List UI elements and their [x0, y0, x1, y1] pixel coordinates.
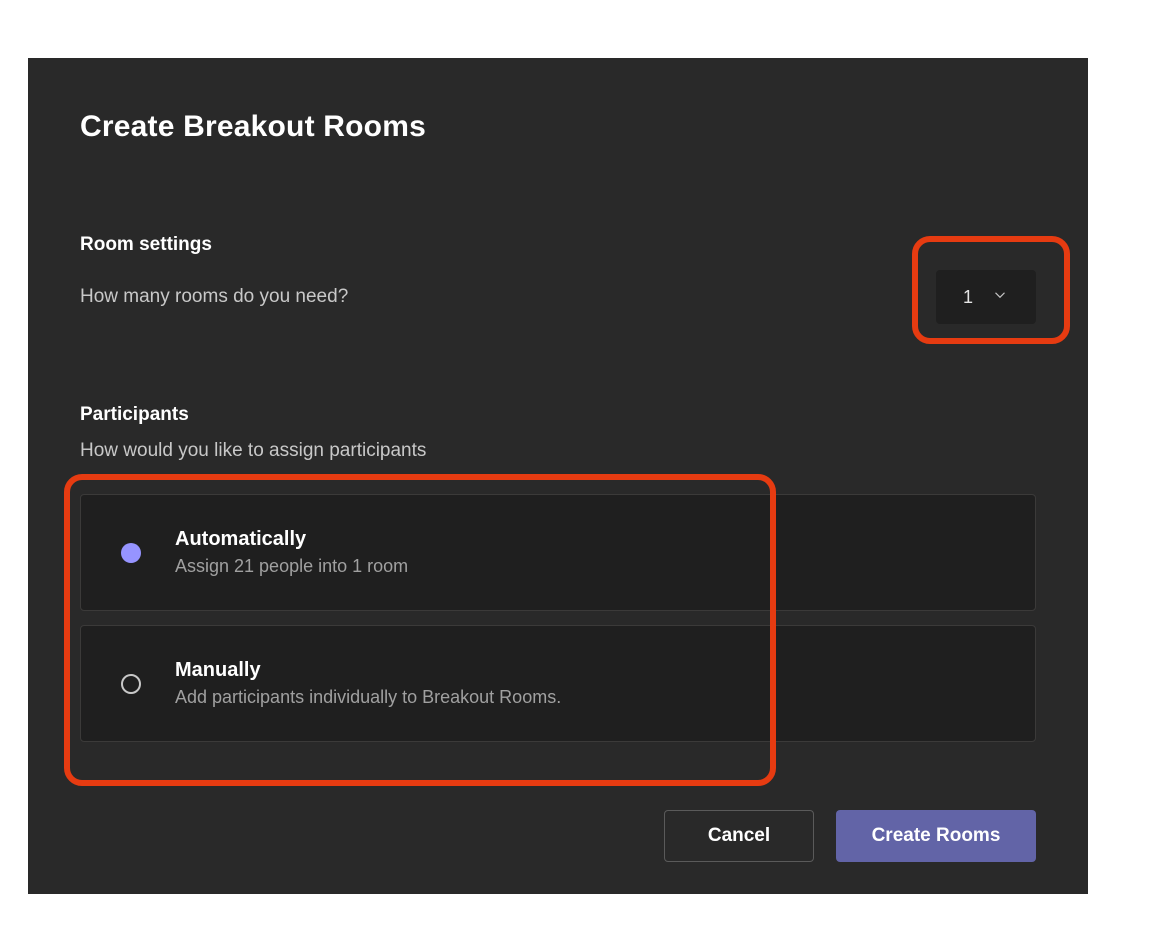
participants-question: How would you like to assign participant… [80, 440, 1036, 462]
participants-heading: Participants [80, 404, 1036, 426]
room-settings-row: How many rooms do you need? 1 [80, 270, 1036, 324]
breakout-rooms-dialog: Create Breakout Rooms Room settings How … [28, 58, 1088, 894]
option-title: Automatically [175, 525, 408, 553]
room-settings-section: Room settings How many rooms do you need… [80, 234, 1036, 324]
cancel-button[interactable]: Cancel [664, 810, 814, 862]
dialog-footer: Cancel Create Rooms [664, 810, 1036, 862]
create-rooms-button[interactable]: Create Rooms [836, 810, 1036, 862]
option-title: Manually [175, 656, 561, 684]
radio-selected-icon [121, 543, 141, 563]
room-count-value: 1 [963, 287, 973, 308]
dialog-title: Create Breakout Rooms [80, 110, 1036, 144]
option-subtitle: Assign 21 people into 1 room [175, 553, 408, 580]
assign-option-manually[interactable]: Manually Add participants individually t… [80, 625, 1036, 742]
room-count-select[interactable]: 1 [936, 270, 1036, 324]
room-count-question: How many rooms do you need? [80, 286, 348, 308]
assign-option-automatically[interactable]: Automatically Assign 21 people into 1 ro… [80, 494, 1036, 611]
room-settings-heading: Room settings [80, 234, 1036, 256]
radio-unselected-icon [121, 674, 141, 694]
option-text: Manually Add participants individually t… [175, 656, 561, 711]
participants-section: Participants How would you like to assig… [80, 404, 1036, 742]
chevron-down-icon [991, 286, 1009, 309]
option-text: Automatically Assign 21 people into 1 ro… [175, 525, 408, 580]
option-subtitle: Add participants individually to Breakou… [175, 684, 561, 711]
